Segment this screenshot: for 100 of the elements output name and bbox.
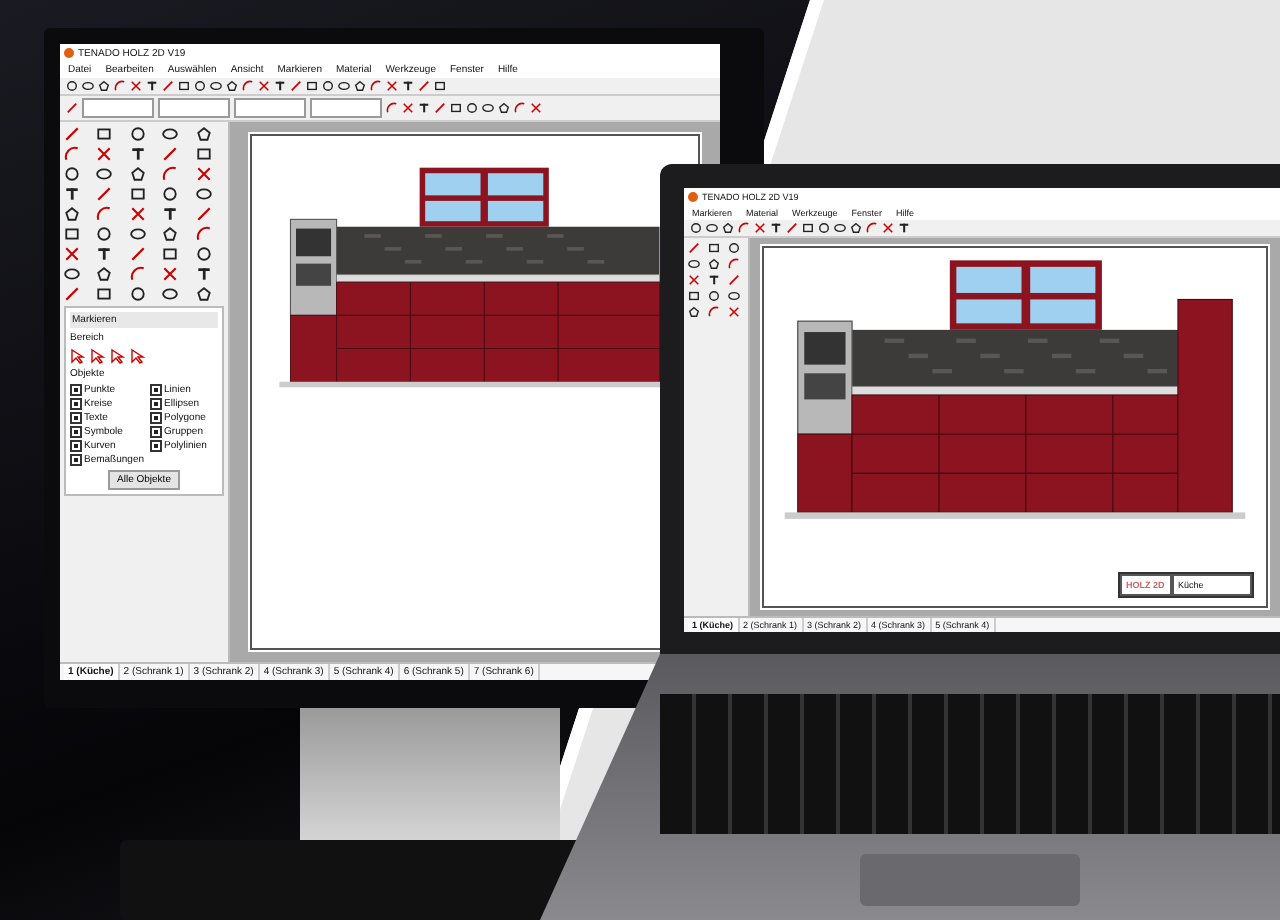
ellipse-icon[interactable] — [834, 222, 846, 234]
rectangle-icon[interactable] — [64, 226, 80, 242]
polygon-icon[interactable] — [850, 222, 862, 234]
line-icon[interactable] — [129, 246, 146, 262]
arc-icon[interactable] — [242, 80, 254, 92]
text-icon[interactable] — [898, 222, 910, 234]
polygon-icon[interactable] — [162, 226, 179, 242]
arc-icon[interactable] — [708, 306, 720, 318]
cross-icon[interactable] — [162, 266, 179, 282]
cross-icon[interactable] — [728, 306, 740, 318]
text-icon[interactable] — [162, 206, 179, 222]
rectangle-icon[interactable] — [708, 242, 720, 254]
cross-icon[interactable] — [64, 246, 80, 262]
ellipse-icon[interactable] — [64, 266, 80, 282]
ellipse-icon[interactable] — [96, 166, 113, 182]
circle-icon[interactable] — [728, 242, 740, 254]
rectangle-icon[interactable] — [306, 80, 318, 92]
circle-icon[interactable] — [690, 222, 702, 234]
checkbox[interactable] — [150, 412, 163, 424]
arc-icon[interactable] — [738, 222, 750, 234]
arc-icon[interactable] — [195, 226, 212, 242]
checkbox[interactable] — [70, 440, 82, 452]
polygon-icon[interactable] — [195, 126, 212, 142]
arc-icon[interactable] — [728, 258, 740, 270]
line-icon[interactable] — [162, 80, 174, 92]
line-icon[interactable] — [162, 146, 179, 162]
line-icon[interactable] — [96, 186, 113, 202]
arc-icon[interactable] — [866, 222, 878, 234]
ellipse-icon[interactable] — [129, 226, 146, 242]
text-icon[interactable] — [402, 80, 414, 92]
text-icon[interactable] — [96, 246, 113, 262]
circle-icon[interactable] — [322, 80, 334, 92]
circle-icon[interactable] — [129, 286, 146, 302]
line-icon[interactable] — [418, 80, 430, 92]
coordinate-field[interactable] — [234, 98, 306, 118]
line-icon[interactable] — [64, 126, 80, 142]
line-icon[interactable] — [434, 102, 446, 114]
polygon-icon[interactable] — [195, 286, 212, 302]
polygon-icon[interactable] — [708, 258, 720, 270]
arc-icon[interactable] — [96, 206, 113, 222]
text-icon[interactable] — [195, 266, 212, 282]
ellipse-icon[interactable] — [82, 80, 94, 92]
cross-icon[interactable] — [195, 166, 212, 182]
text-icon[interactable] — [64, 186, 80, 202]
polygon-icon[interactable] — [354, 80, 366, 92]
line-icon[interactable] — [64, 286, 80, 302]
text-icon[interactable] — [274, 80, 286, 92]
cross-icon[interactable] — [530, 102, 542, 114]
ellipse-icon[interactable] — [706, 222, 718, 234]
arc-icon[interactable] — [64, 146, 80, 162]
polygon-icon[interactable] — [688, 306, 700, 318]
line-icon[interactable] — [290, 80, 302, 92]
polygon-icon[interactable] — [498, 102, 510, 114]
checkbox[interactable] — [70, 426, 82, 438]
cross-icon[interactable] — [754, 222, 766, 234]
line-icon[interactable] — [195, 206, 212, 222]
rectangle-icon[interactable] — [178, 80, 190, 92]
arc-icon[interactable] — [162, 166, 179, 182]
cross-icon[interactable] — [258, 80, 270, 92]
checkbox[interactable] — [70, 454, 82, 466]
text-icon[interactable] — [146, 80, 158, 92]
circle-icon[interactable] — [66, 80, 78, 92]
rectangle-icon[interactable] — [96, 286, 113, 302]
circle-icon[interactable] — [162, 186, 179, 202]
rectangle-icon[interactable] — [688, 290, 700, 302]
coordinate-field[interactable] — [310, 98, 382, 118]
rectangle-icon[interactable] — [129, 186, 146, 202]
polygon-icon[interactable] — [722, 222, 734, 234]
rectangle-icon[interactable] — [802, 222, 814, 234]
polygon-icon[interactable] — [129, 166, 146, 182]
text-icon[interactable] — [129, 146, 146, 162]
cross-icon[interactable] — [882, 222, 894, 234]
ellipse-icon[interactable] — [482, 102, 494, 114]
cross-icon[interactable] — [129, 206, 146, 222]
ellipse-icon[interactable] — [338, 80, 350, 92]
circle-icon[interactable] — [466, 102, 478, 114]
cross-icon[interactable] — [402, 102, 414, 114]
checkbox[interactable] — [150, 426, 163, 438]
circle-icon[interactable] — [194, 80, 206, 92]
checkbox[interactable] — [70, 398, 82, 410]
ellipse-icon[interactable] — [210, 80, 222, 92]
cross-icon[interactable] — [96, 146, 113, 162]
polygon-icon[interactable] — [64, 206, 80, 222]
cross-icon[interactable] — [688, 274, 700, 286]
checkbox[interactable] — [150, 398, 163, 410]
ellipse-icon[interactable] — [728, 290, 740, 302]
rectangle-icon[interactable] — [195, 146, 212, 162]
cross-icon[interactable] — [130, 80, 142, 92]
circle-icon[interactable] — [708, 290, 720, 302]
circle-icon[interactable] — [195, 246, 212, 262]
line-icon[interactable] — [688, 242, 700, 254]
coordinate-field[interactable] — [82, 98, 154, 118]
circle-icon[interactable] — [129, 126, 146, 142]
polygon-icon[interactable] — [98, 80, 110, 92]
cross-icon[interactable] — [386, 80, 398, 92]
checkbox[interactable] — [150, 384, 163, 396]
circle-icon[interactable] — [96, 226, 113, 242]
line-icon[interactable] — [728, 274, 740, 286]
rectangle-icon[interactable] — [96, 126, 113, 142]
circle-icon[interactable] — [818, 222, 830, 234]
